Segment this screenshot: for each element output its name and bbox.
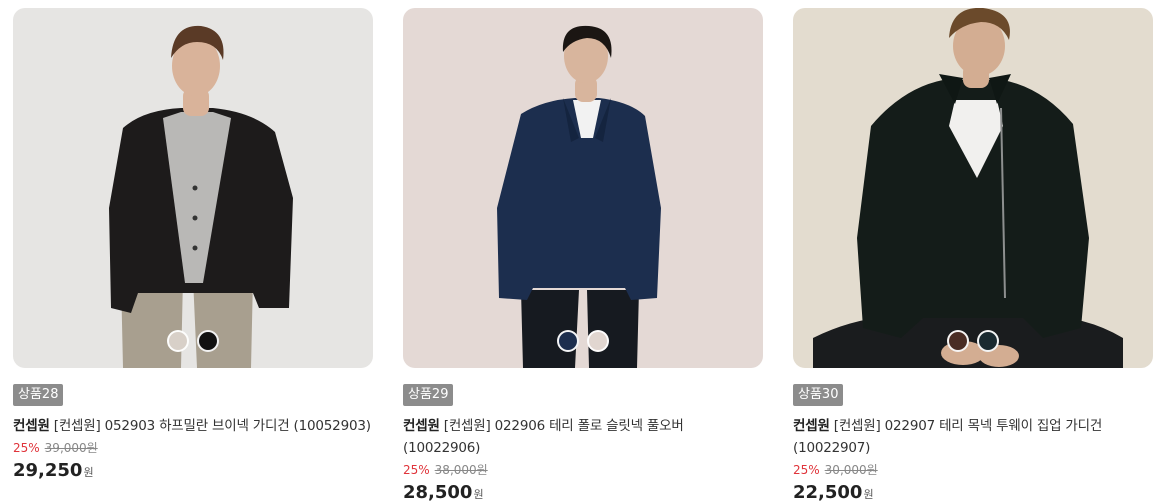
sale-price-value: 22,500: [793, 482, 863, 501]
currency-unit: 원: [473, 488, 484, 501]
discount-rate: 25%: [13, 441, 40, 455]
color-swatch-navy[interactable]: [557, 330, 579, 352]
brand-name: 컨셉원: [403, 418, 440, 434]
color-swatch-dark-teal[interactable]: [977, 330, 999, 352]
brand-name: 컨셉원: [13, 418, 50, 434]
product-image[interactable]: [403, 8, 763, 368]
brand-name: 컨셉원: [793, 418, 830, 434]
color-swatches: [403, 330, 763, 352]
product-number-badge: 상품29: [403, 384, 454, 406]
color-swatches: [793, 330, 1153, 352]
color-swatch-black[interactable]: [197, 330, 219, 352]
sale-price: 28,500원: [403, 481, 763, 501]
original-price: 30,000원: [824, 463, 878, 477]
product-card[interactable]: 상품30 컨셉원 [컨셉원] 022907 테리 목넥 투웨이 집업 가디건 (…: [793, 8, 1153, 501]
sale-price: 22,500원: [793, 481, 1153, 501]
product-title[interactable]: 컨셉원 [컨셉원] 052903 하프밀란 브이넥 가디건 (10052903): [13, 415, 373, 437]
color-swatch-beige[interactable]: [167, 330, 189, 352]
product-number-badge: 상품30: [793, 384, 844, 406]
original-price: 38,000원: [434, 463, 488, 477]
product-name: [컨셉원] 022907 테리 목넥 투웨이 집업 가디건 (10022907): [793, 418, 1103, 456]
product-name: [컨셉원] 052903 하프밀란 브이넥 가디건 (10052903): [53, 418, 371, 434]
product-name: [컨셉원] 022906 테리 폴로 슬릿넥 풀오버 (10022906): [403, 418, 684, 456]
product-card[interactable]: 상품29 컨셉원 [컨셉원] 022906 테리 폴로 슬릿넥 풀오버 (100…: [403, 8, 763, 501]
sale-price-value: 29,250: [13, 460, 83, 481]
color-swatch-beige[interactable]: [587, 330, 609, 352]
discount-rate: 25%: [403, 463, 430, 477]
product-photo-zipup: [793, 8, 1153, 368]
product-number-badge: 상품28: [13, 384, 64, 406]
product-photo-cardigan: [13, 8, 373, 368]
product-photo-polo: [403, 8, 763, 368]
currency-unit: 원: [83, 466, 94, 479]
color-swatch-brown[interactable]: [947, 330, 969, 352]
sale-price-value: 28,500: [403, 482, 473, 501]
original-price: 39,000원: [44, 441, 98, 455]
product-image[interactable]: [793, 8, 1153, 368]
product-image[interactable]: [13, 8, 373, 368]
price-discount-line: 25% 39,000원: [13, 439, 373, 457]
price-discount-line: 25% 30,000원: [793, 461, 1153, 479]
product-card[interactable]: 상품28 컨셉원 [컨셉원] 052903 하프밀란 브이넥 가디건 (1005…: [13, 8, 373, 485]
product-title[interactable]: 컨셉원 [컨셉원] 022907 테리 목넥 투웨이 집업 가디건 (10022…: [793, 415, 1153, 459]
price-discount-line: 25% 38,000원: [403, 461, 763, 479]
discount-rate: 25%: [793, 463, 820, 477]
color-swatches: [13, 330, 373, 352]
currency-unit: 원: [863, 488, 874, 501]
sale-price: 29,250원: [13, 459, 373, 485]
product-grid: 상품28 컨셉원 [컨셉원] 052903 하프밀란 브이넥 가디건 (1005…: [0, 0, 1161, 501]
product-title[interactable]: 컨셉원 [컨셉원] 022906 테리 폴로 슬릿넥 풀오버 (10022906…: [403, 415, 763, 459]
